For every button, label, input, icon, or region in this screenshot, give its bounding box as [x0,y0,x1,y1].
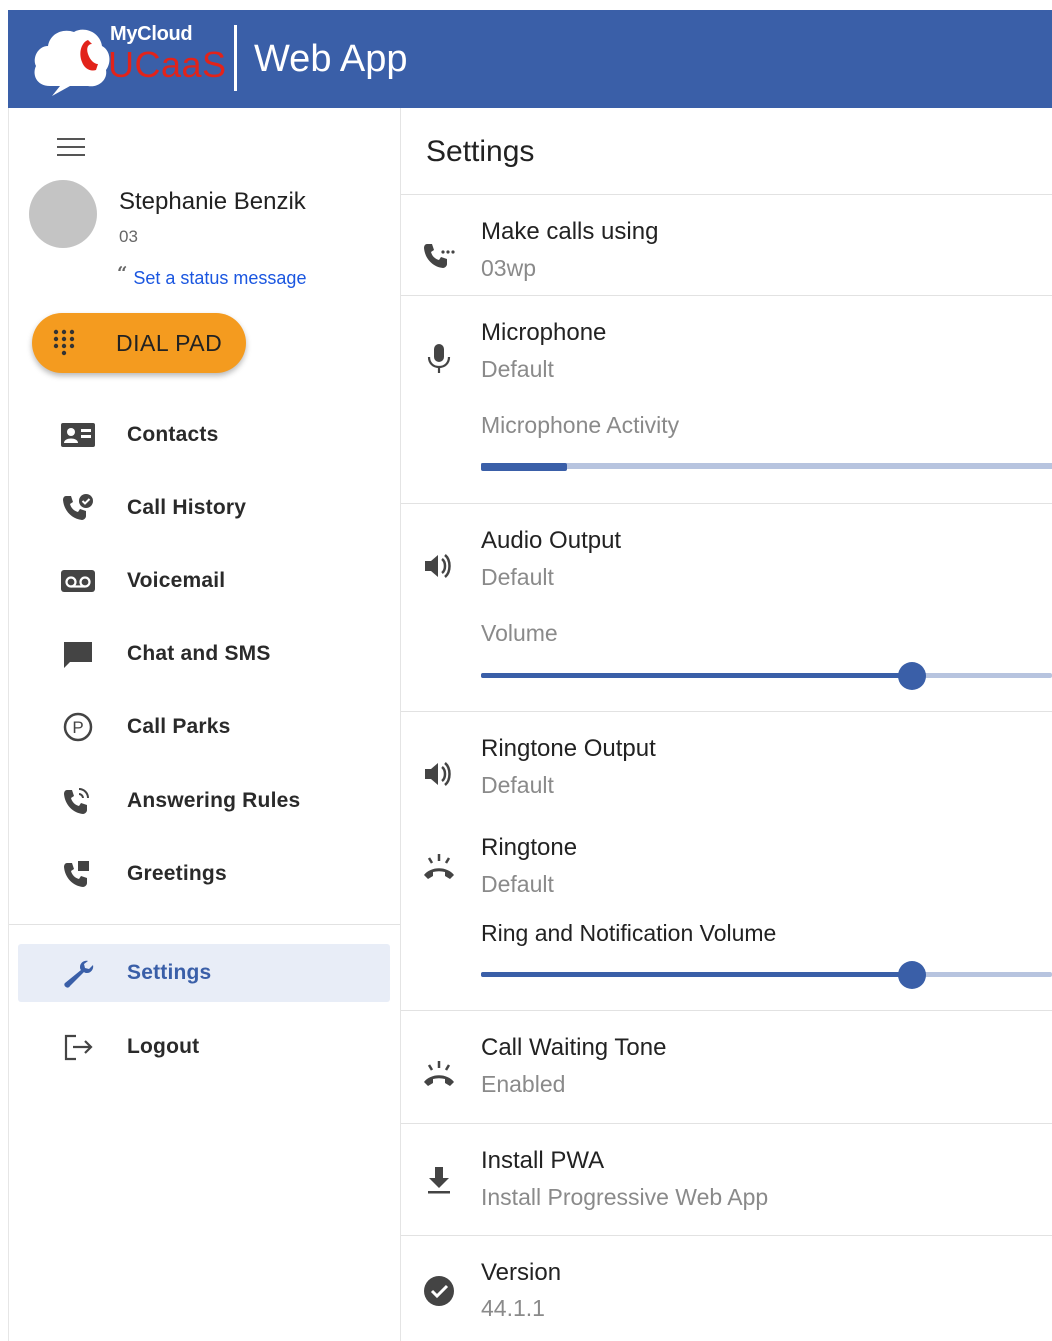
nav-item-call-history[interactable]: Call History [18,479,390,537]
nav-label-settings: Settings [127,961,212,984]
quote-icon: “ [117,263,128,284]
nav-item-settings[interactable]: Settings [18,944,390,1002]
app-title: Web App [254,38,408,80]
nav-item-contacts[interactable]: Contacts [18,406,390,464]
microphone-activity-meter [481,463,1052,471]
make-calls-value: 03wp [481,255,536,281]
nav-item-answering-rules[interactable]: Answering Rules [18,772,390,830]
audio-output-title: Audio Output [481,527,622,554]
call-history-icon [63,494,93,520]
nav-label-contacts: Contacts [127,423,219,446]
slider-thumb[interactable] [897,662,926,690]
version-title: Version [481,1259,562,1286]
voicemail-icon [61,570,95,592]
ring-volume-slider[interactable] [481,961,1052,989]
nav-label-greetings: Greetings [127,862,227,885]
page-title: Settings [426,135,535,168]
volume-slider[interactable] [481,662,1052,690]
nav-label-chat-sms: Chat and SMS [127,642,271,665]
user-name: Stephanie Benzik [119,188,306,215]
download-icon [428,1167,450,1194]
ringtone-value: Default [481,871,554,897]
chat-icon [64,642,92,668]
speaker-icon [425,762,451,786]
ringtone-output-value: Default [481,772,554,798]
settings-panel: Settings Make calls using 03wp Microphon… [401,108,1052,1341]
slider-thumb[interactable] [897,961,926,989]
dial-pad-label: DIAL PAD [116,330,223,356]
call-park-icon: P [63,712,93,742]
slider-fill [481,972,912,977]
logout-icon [64,1034,93,1061]
check-circle-icon [424,1276,454,1306]
ringtone-title: Ringtone [481,834,578,861]
sidebar: Stephanie Benzik 03 “ Set a status messa… [9,108,401,1341]
ringing-phone-icon [424,1061,454,1086]
make-calls-title: Make calls using [481,218,659,245]
call-waiting-title: Call Waiting Tone [481,1034,667,1061]
nav-label-call-history: Call History [127,496,247,519]
logo-divider [234,25,237,91]
audio-output-value: Default [481,564,554,590]
wrench-icon [64,960,94,988]
nav-item-chat-sms[interactable]: Chat and SMS [18,625,390,683]
microphone-activity-label: Microphone Activity [481,412,680,438]
microphone-icon [427,344,451,373]
slider-fill [481,673,912,678]
call-waiting-setting[interactable] [401,1011,1052,1123]
nav-item-call-parks[interactable]: P Call Parks [18,698,390,756]
greetings-icon [64,861,89,887]
nav-label-logout: Logout [127,1035,200,1058]
answering-rules-icon [64,788,89,814]
dialer-phone-icon [424,244,455,268]
brand-logo[interactable]: MyCloud UCaaS [8,10,238,108]
nav-item-voicemail[interactable]: Voicemail [18,552,390,610]
status-message-link[interactable]: “ Set a status message [117,263,307,289]
volume-label: Volume [481,620,558,646]
speaker-icon [425,554,451,578]
version-value: 44.1.1 [481,1295,545,1321]
dialpad-icon [53,329,75,356]
nav-item-greetings[interactable]: Greetings [18,845,390,903]
contacts-icon [61,423,95,447]
install-pwa-title: Install PWA [481,1147,605,1174]
app-window: MyCloud UCaaS Web App Stephanie Benzik 0… [0,0,1052,1341]
nav-divider [9,924,400,925]
install-pwa-value: Install Progressive Web App [481,1184,769,1210]
nav-label-call-parks: Call Parks [127,715,231,738]
user-extension: 03 [119,227,138,246]
ring-volume-label: Ring and Notification Volume [481,920,777,946]
status-link-text: Set a status message [133,268,307,288]
hamburger-menu-icon[interactable] [57,138,85,160]
nav-label-answering-rules: Answering Rules [127,789,301,812]
meter-track [481,463,1052,469]
svg-text:P: P [72,718,83,737]
nav-label-voicemail: Voicemail [127,569,226,592]
ringtone-output-title: Ringtone Output [481,735,656,762]
call-waiting-value: Enabled [481,1071,566,1097]
dial-pad-button[interactable]: DIAL PAD [32,313,246,373]
microphone-value: Default [481,356,554,382]
avatar[interactable] [29,180,97,248]
cloud-phone-logo-icon [34,29,110,96]
divider [401,1235,1052,1236]
logo-text-mycloud: MyCloud [110,23,193,45]
logo-text-ucaas: UCaaS [108,44,227,85]
install-pwa-setting[interactable] [401,1124,1052,1235]
app-header: MyCloud UCaaS Web App [8,10,1052,108]
ringing-phone-icon [424,854,454,879]
meter-fill [481,463,567,471]
microphone-title: Microphone [481,319,607,346]
nav-item-logout[interactable]: Logout [18,1018,390,1076]
